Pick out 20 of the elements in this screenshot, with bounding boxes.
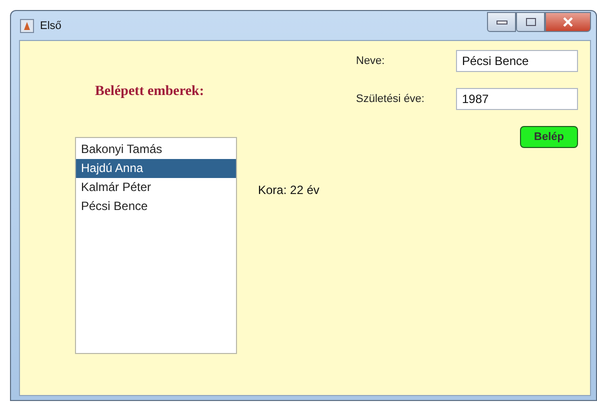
age-label: Kora: 22 év — [258, 183, 320, 197]
close-icon — [562, 17, 574, 27]
minimize-icon — [496, 19, 508, 25]
maximize-icon — [524, 17, 536, 27]
close-button[interactable] — [545, 12, 591, 32]
list-heading: Belépett emberek: — [95, 84, 205, 100]
window-title: Első — [40, 20, 62, 32]
field-label: Születési éve: — [356, 93, 426, 105]
input-field[interactable]: 1987 — [456, 88, 578, 110]
enter-button[interactable]: Belép — [520, 126, 578, 148]
maximize-button[interactable] — [516, 12, 545, 32]
list-item[interactable]: Kalmár Péter — [76, 178, 236, 197]
list-item[interactable]: Bakonyi Tamás — [76, 140, 236, 159]
list-item[interactable]: Hajdú Anna — [76, 159, 236, 178]
input-field[interactable]: Pécsi Bence — [456, 50, 578, 72]
people-list[interactable]: Bakonyi Tamás Hajdú Anna Kalmár Péter Pécsi Bence — [75, 137, 237, 354]
minimize-button[interactable] — [487, 12, 516, 32]
field-label: Neve: — [356, 55, 386, 67]
list-item[interactable]: Pécsi Bence — [76, 197, 236, 216]
app-icon — [20, 18, 34, 32]
